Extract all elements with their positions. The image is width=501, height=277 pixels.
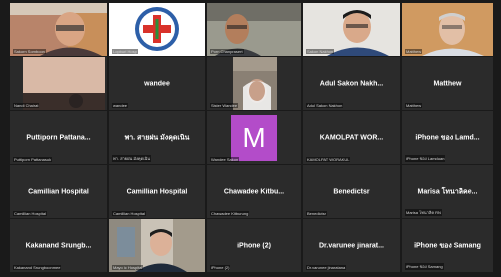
participant-tile[interactable]: Camillian Hospital Camillian Hospital [10, 165, 107, 218]
avatar: M [231, 114, 277, 161]
participant-tile[interactable]: Marisa โทนาลิคe... Marisa โทนาลิค RN [402, 165, 493, 218]
participant-tile[interactable]: iPhone ของ Lamd... iPhone ของ Lamduan [402, 111, 493, 164]
participant-name: Chawadee Kitbu... [223, 188, 285, 195]
participant-caption: พา. สายฝน มังคุดเนิน [112, 155, 152, 162]
participant-caption: iPhone (2) [210, 265, 231, 270]
participant-tile[interactable]: iPhone ของ Samang iPhone ของ Samang [402, 219, 493, 272]
participant-tile[interactable]: Adul Sakon Nakh... Adul Sakon Nakhon [303, 57, 400, 110]
participant-name: wandee [144, 80, 170, 87]
participant-caption: Marisa โทนาลิค RN [405, 209, 442, 216]
participant-name: Dr.varunee jinarat... [319, 242, 384, 249]
participant-tile[interactable]: Kakanand Srungb... Kakanand Srungboonmee [10, 219, 107, 272]
participant-caption: Porn Chanprasert [210, 49, 244, 54]
participant-caption: wandee [112, 103, 129, 108]
participant-tile[interactable]: KAMOLPAT WOR... KAMOLPAT WORAKUL [303, 111, 400, 164]
participant-caption: Adul Sakon Nakhon [306, 103, 344, 108]
participant-tile[interactable]: Porn Chanprasert [207, 3, 301, 56]
participant-caption: Kakanand Srungboonmee [13, 265, 62, 270]
participant-tile[interactable]: Sakorn Somboon [10, 3, 107, 56]
participant-tile[interactable]: Lopburi Hosp [109, 3, 205, 56]
participant-tile[interactable]: Sister Wandee [207, 57, 301, 110]
participant-name: Kakanand Srungb... [25, 242, 92, 249]
participant-name: Adul Sakon Nakh... [319, 80, 384, 87]
participant-tile[interactable]: พา. สายฝน มังคุดเนิน พา. สายฝน มังคุดเนิ… [109, 111, 205, 164]
participant-name: iPhone (2) [237, 242, 271, 249]
participant-caption: Puttiporn Pattanasuk [13, 157, 53, 162]
participant-tile[interactable]: iPhone (2) iPhone (2) [207, 219, 301, 272]
participant-caption: Lopburi Hosp [112, 49, 138, 54]
participant-caption: Sakon Nakhon [306, 49, 335, 54]
participant-name: Matthew [433, 80, 462, 87]
participant-name: iPhone ของ Lamd... [415, 134, 480, 141]
participant-tile[interactable]: Matthew Matthew [402, 57, 493, 110]
participant-name: KAMOLPAT WOR... [319, 134, 384, 141]
participant-caption: iPhone ของ Samang [405, 263, 444, 270]
participant-tile[interactable]: Nandi Chairat [10, 57, 107, 110]
participant-caption: Matthew [405, 49, 423, 54]
participant-name: iPhone ของ Samang [414, 242, 481, 249]
participant-name: Benedictsr [333, 188, 370, 195]
participant-tile[interactable]: Matthew [402, 3, 493, 56]
participant-caption: Nandi Chairat [13, 103, 40, 108]
participant-caption: Chawadee Kitburung [210, 211, 250, 216]
participant-caption: Sakorn Somboon [13, 49, 46, 54]
participant-caption: KAMOLPAT WORAKUL [306, 157, 351, 162]
participant-name: Camillian Hospital [126, 188, 188, 195]
participant-caption: Dr.varunee jinaratana [306, 265, 347, 270]
gallery-grid: Sakorn Somboon Lopburi Hosp Porn Chanpra… [0, 0, 501, 277]
participant-tile[interactable]: Sakon Nakhon [303, 3, 400, 56]
participant-tile[interactable]: Dr.varunee jinarat... Dr.varunee jinarat… [303, 219, 400, 272]
participant-name: Marisa โทนาลิคe... [417, 188, 478, 195]
participant-tile[interactable]: wandee wandee [109, 57, 205, 110]
participant-tile[interactable]: Mayo ic Hospital [109, 219, 205, 272]
participant-caption: iPhone ของ Lamduan [405, 155, 446, 162]
participant-caption: Sister Wandee [210, 103, 239, 108]
participant-name: พา. สายฝน มังคุดเนิน [124, 134, 190, 141]
participant-caption: Camillian Hospital [13, 211, 48, 216]
participant-tile[interactable]: Camillian Hospital Camillian Hospital [109, 165, 205, 218]
participant-tile[interactable]: Puttiporn Pattana... Puttiporn Pattanasu… [10, 111, 107, 164]
participant-tile[interactable]: Benedictsr Benedictsr [303, 165, 400, 218]
participant-caption: Matthew [405, 103, 423, 108]
participant-caption: Mayo ic Hospital [112, 265, 144, 270]
participant-caption: Wandee Sakon [210, 157, 240, 162]
participant-caption: Benedictsr [306, 211, 327, 216]
participant-name: Puttiporn Pattana... [26, 134, 91, 141]
participant-name: Camillian Hospital [28, 188, 89, 195]
participant-tile[interactable]: Chawadee Kitbu... Chawadee Kitburung [207, 165, 301, 218]
participant-tile[interactable]: M Wandee Sakon [207, 111, 301, 164]
participant-caption: Camillian Hospital [112, 211, 147, 216]
